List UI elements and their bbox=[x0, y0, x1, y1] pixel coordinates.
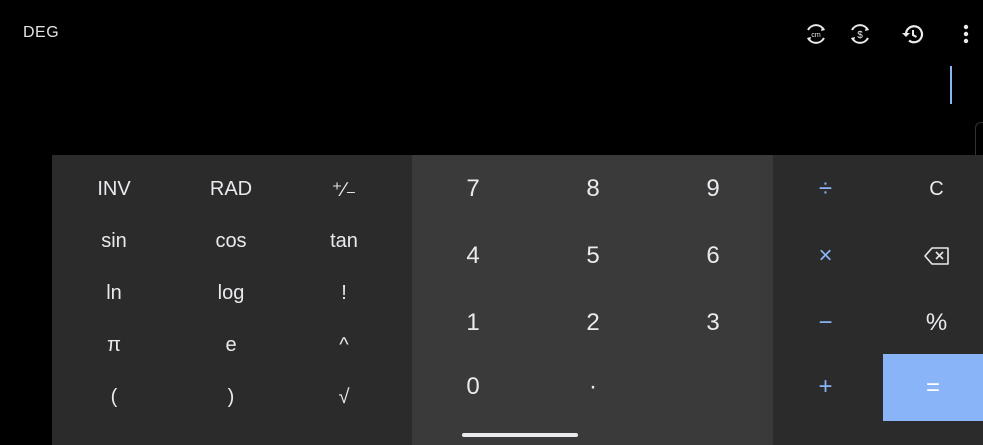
scientific-keypad: INV RAD ⁺∕₋ sin cos tan ln log ! π e ^ (… bbox=[52, 155, 412, 445]
equals-key[interactable]: = bbox=[883, 354, 983, 421]
backspace-key[interactable] bbox=[884, 222, 983, 290]
more-options-button[interactable] bbox=[951, 19, 981, 49]
open-paren-key[interactable]: ( bbox=[54, 371, 174, 423]
more-vert-icon bbox=[963, 24, 969, 44]
text-cursor bbox=[950, 66, 952, 104]
digit-0-key[interactable]: 0 bbox=[413, 353, 533, 421]
digit-9-key[interactable]: 9 bbox=[653, 155, 773, 223]
cos-key[interactable]: cos bbox=[171, 215, 291, 267]
digit-4-key[interactable]: 4 bbox=[413, 222, 533, 290]
digit-3-key[interactable]: 3 bbox=[653, 289, 773, 357]
digit-2-key[interactable]: 2 bbox=[533, 289, 653, 357]
minus-key[interactable]: − bbox=[773, 289, 878, 357]
unit-converter-button[interactable]: cm bbox=[801, 19, 831, 49]
digit-8-key[interactable]: 8 bbox=[533, 155, 653, 223]
svg-text:$: $ bbox=[857, 30, 863, 41]
digit-1-key[interactable]: 1 bbox=[413, 289, 533, 357]
history-button[interactable] bbox=[898, 19, 928, 49]
e-key[interactable]: e bbox=[171, 319, 291, 371]
angle-mode-indicator[interactable]: DEG bbox=[23, 24, 59, 42]
plus-minus-key[interactable]: ⁺∕₋ bbox=[284, 163, 404, 215]
power-key[interactable]: ^ bbox=[284, 319, 404, 371]
percent-key[interactable]: % bbox=[884, 289, 983, 357]
clear-key[interactable]: C bbox=[884, 155, 983, 223]
rad-key[interactable]: RAD bbox=[171, 163, 291, 215]
operator-keypad: ÷ C × − % + = bbox=[773, 155, 983, 445]
ln-key[interactable]: ln bbox=[54, 267, 174, 319]
number-keypad: 7 8 9 4 5 6 1 2 3 0 · bbox=[412, 155, 773, 445]
svg-text:cm: cm bbox=[811, 32, 821, 39]
digit-6-key[interactable]: 6 bbox=[653, 222, 773, 290]
unit-convert-icon: cm bbox=[807, 24, 825, 44]
close-paren-key[interactable]: ) bbox=[171, 371, 291, 423]
log-key[interactable]: log bbox=[171, 267, 291, 319]
inv-key[interactable]: INV bbox=[54, 163, 174, 215]
pi-key[interactable]: π bbox=[54, 319, 174, 371]
divide-key[interactable]: ÷ bbox=[773, 155, 878, 223]
decimal-point-key[interactable]: · bbox=[533, 353, 653, 421]
sqrt-key[interactable]: √ bbox=[284, 371, 404, 423]
digit-5-key[interactable]: 5 bbox=[533, 222, 653, 290]
digit-7-key[interactable]: 7 bbox=[413, 155, 533, 223]
backspace-icon bbox=[923, 247, 949, 265]
multiply-key[interactable]: × bbox=[773, 222, 878, 290]
plus-key[interactable]: + bbox=[773, 353, 878, 421]
currency-convert-icon: $ bbox=[851, 24, 869, 44]
gesture-nav-bar[interactable] bbox=[462, 433, 578, 437]
currency-converter-button[interactable]: $ bbox=[845, 19, 875, 49]
history-icon bbox=[902, 25, 924, 44]
factorial-key[interactable]: ! bbox=[284, 267, 404, 319]
sin-key[interactable]: sin bbox=[54, 215, 174, 267]
tan-key[interactable]: tan bbox=[284, 215, 404, 267]
